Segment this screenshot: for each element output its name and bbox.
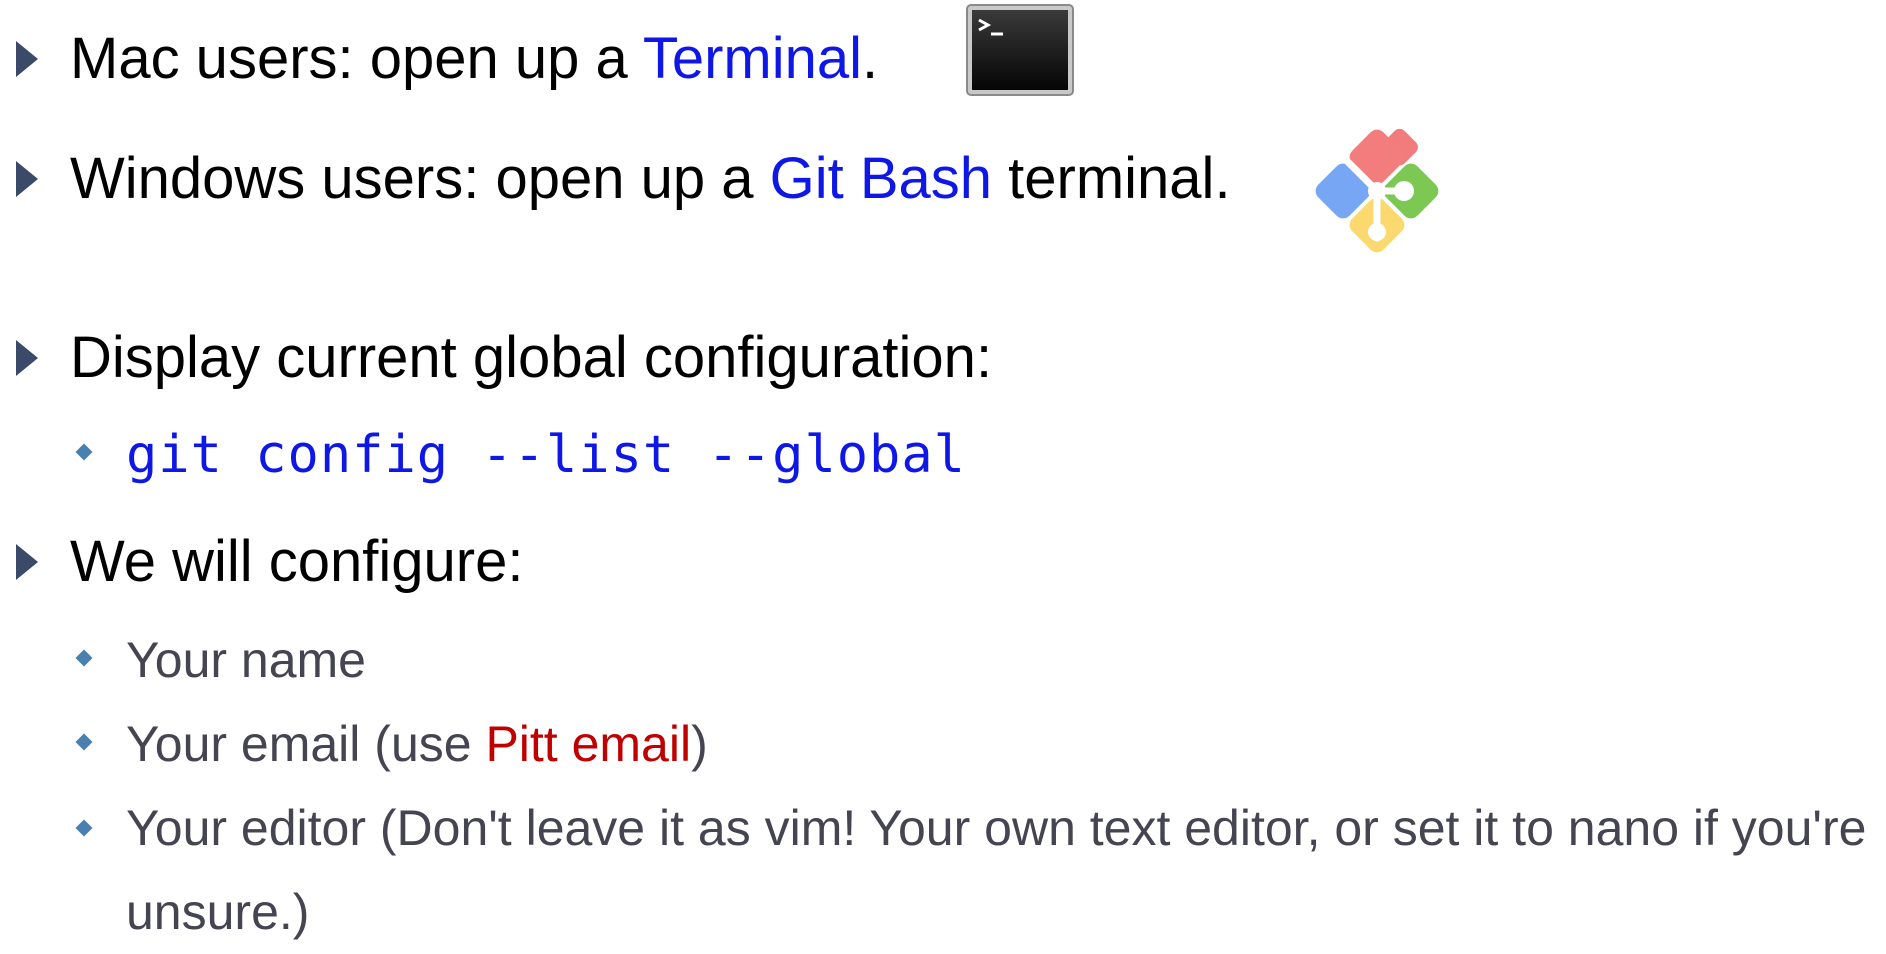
bullet-windows-users: Windows users: open up a Git Bash termin… [0,144,1886,214]
sub-bullet-text: Your editor (Don't leave it as vim! Your… [126,800,1867,940]
bullet-diamond-icon [75,649,93,667]
terminal-link[interactable]: Terminal [643,26,862,91]
bullet-arrow-icon [16,41,38,77]
sub-bullet-email: Your email (use Pitt email) [0,714,1886,784]
bullet-display-config: Display current global configuration: [0,323,1886,393]
sub-bullet-text: Your name [126,632,366,688]
bullet-we-will-configure: We will configure: [0,527,1886,597]
bullet-arrow-icon [16,340,38,376]
bullet-mac-users: Mac users: open up a Terminal. [0,24,1886,94]
bullet-diamond-icon [75,819,93,837]
bullet-diamond-icon [75,733,93,751]
sub-bullet-code: git config --list --global [0,425,1886,495]
terminal-icon [966,4,1074,96]
bullet-arrow-icon [16,161,38,197]
sub-bullet-name: Your name [0,630,1886,700]
bullet-text: We will configure: [70,529,524,594]
bullet-arrow-icon [16,544,38,580]
sub-bullet-text: Your email (use Pitt email) [126,716,708,772]
bullet-diamond-icon [75,443,93,461]
bullet-text: Mac users: open up a Terminal. [70,26,879,91]
bullet-text: Display current global configuration: [70,325,993,390]
git-bash-link[interactable]: Git Bash [770,146,992,211]
code-git-config: git config --list --global [126,425,966,485]
git-bash-icon [1315,128,1439,253]
pitt-email-highlight: Pitt email [485,716,692,772]
sub-bullet-editor: Your editor (Don't leave it as vim! Your… [0,786,1886,940]
bullet-text: Windows users: open up a Git Bash termin… [70,146,1231,211]
